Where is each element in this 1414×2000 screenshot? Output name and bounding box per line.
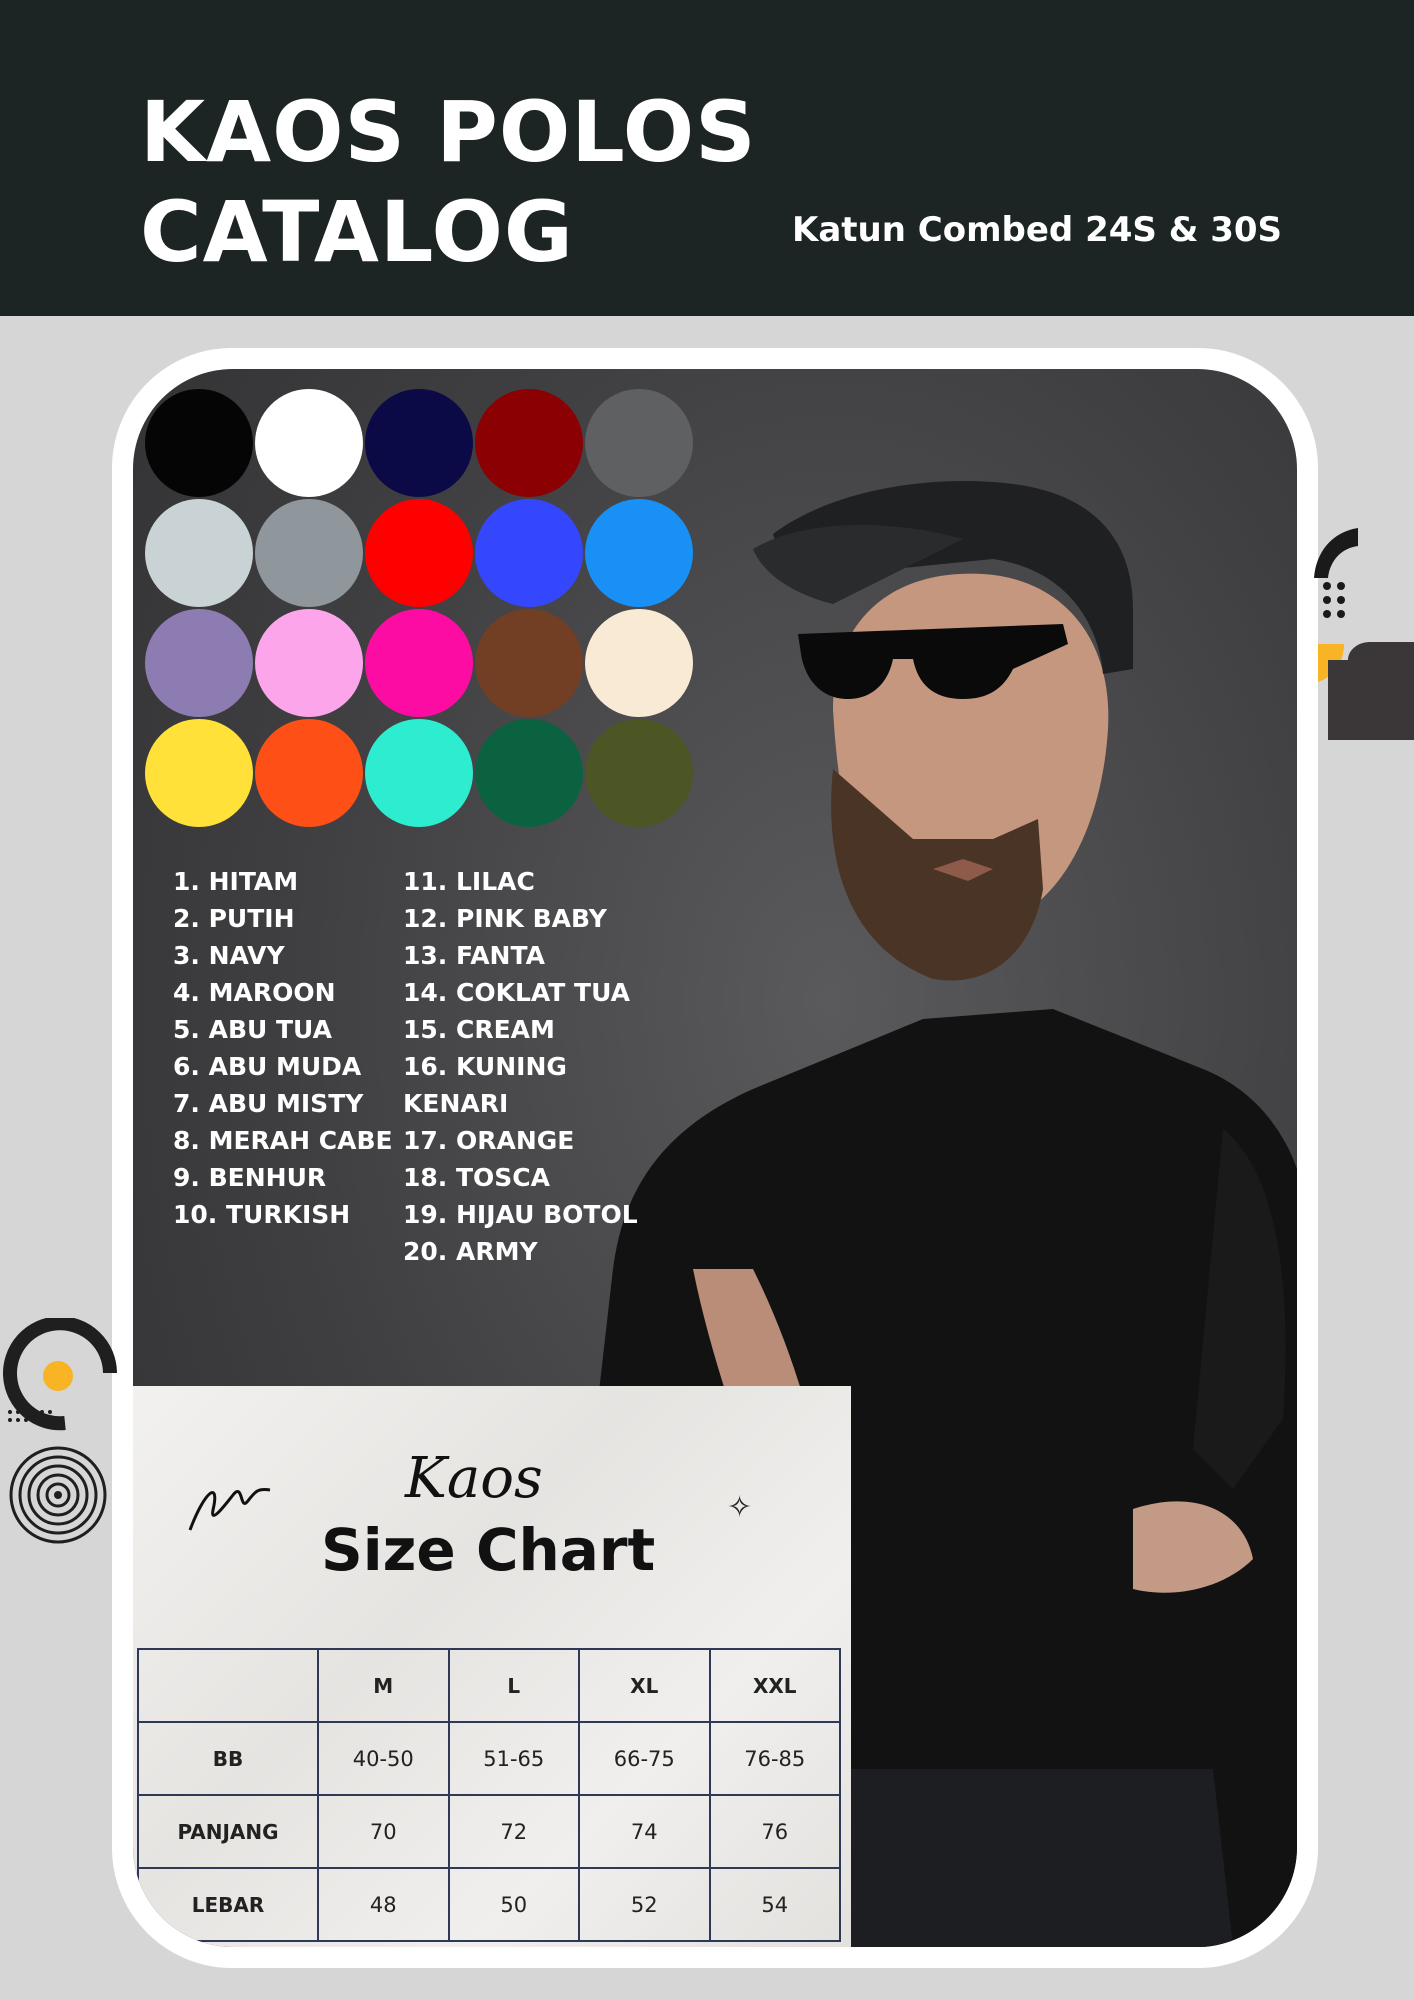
color-name: 10. TURKISH (173, 1200, 351, 1229)
color-list-1: 1. HITAM 2. PUTIH 3. NAVY 4. MAROON 5. A… (173, 863, 393, 1233)
swatch-9 (475, 499, 583, 607)
swatch-5 (585, 389, 693, 497)
swatch-16 (145, 719, 253, 827)
left-shapes-decoration (3, 1318, 117, 1544)
color-name: 11. LILAC (403, 867, 535, 896)
swatch-8 (365, 499, 473, 607)
table-cell: 50 (447, 1867, 580, 1942)
title-line-1: KAOS POLOS (140, 83, 757, 181)
catalog-subtitle: Katun Combed 24S & 30S (792, 210, 1283, 250)
swatch-4 (475, 389, 583, 497)
color-name: 2. PUTIH (173, 904, 295, 933)
squiggle-decoration-icon (188, 1488, 271, 1531)
size-table: M L XL XXL BB 40-50 51-65 66-75 76-85 PA… (137, 1648, 841, 1942)
table-header-row: M L XL XXL (137, 1648, 841, 1723)
swatch-11 (145, 609, 253, 717)
table-cell: 40-50 (317, 1721, 450, 1796)
title-line-2: CATALOG (140, 183, 574, 281)
table-cell: 72 (447, 1794, 580, 1869)
table-cell: 52 (578, 1867, 711, 1942)
swatch-18 (365, 719, 473, 827)
color-name: 3. NAVY (173, 941, 285, 970)
table-cell: 76-85 (708, 1721, 841, 1796)
swatch-6 (145, 499, 253, 607)
model-photo: 1. HITAM 2. PUTIH 3. NAVY 4. MAROON 5. A… (133, 369, 1297, 1947)
row-label: LEBAR (137, 1867, 319, 1942)
color-name: 12. PINK BABY (403, 904, 607, 933)
catalog-title: KAOS POLOS CATALOG (140, 82, 757, 282)
swatch-14 (475, 609, 583, 717)
color-name: 17. ORANGE (403, 1126, 575, 1155)
right-shapes-decoration (1314, 528, 1414, 740)
swatch-20 (585, 719, 693, 827)
color-name: 16. KUNING (403, 1052, 567, 1081)
table-cell: 48 (317, 1867, 450, 1942)
table-cell: 70 (317, 1794, 450, 1869)
size-chart-title: Size Chart (321, 1516, 656, 1584)
swatch-7 (255, 499, 363, 607)
table-header-cell: L (447, 1648, 580, 1723)
color-name: 18. TOSCA (403, 1163, 550, 1192)
color-name: 8. MERAH CABE (173, 1126, 393, 1155)
row-label: PANJANG (137, 1794, 319, 1869)
color-list-2: 11. LILAC 12. PINK BABY 13. FANTA 14. CO… (403, 863, 638, 1270)
swatch-13 (365, 609, 473, 717)
swatch-15 (585, 609, 693, 717)
color-name: 1. HITAM (173, 867, 299, 896)
swatch-10 (585, 499, 693, 607)
header-banner: KAOS POLOS CATALOG Katun Combed 24S & 30… (0, 0, 1414, 316)
color-name: KENARI (403, 1089, 509, 1118)
color-name: 5. ABU TUA (173, 1015, 332, 1044)
size-chart-script-title: Kaos (405, 1446, 543, 1511)
table-header-cell: XL (578, 1648, 711, 1723)
color-name: 14. COKLAT TUA (403, 978, 630, 1007)
table-cell: 76 (708, 1794, 841, 1869)
color-name: 4. MAROON (173, 978, 336, 1007)
color-name: 13. FANTA (403, 941, 545, 970)
table-header-cell: XXL (708, 1648, 841, 1723)
table-cell: 54 (708, 1867, 841, 1942)
table-cell: 66-75 (578, 1721, 711, 1796)
table-cell: 51-65 (447, 1721, 580, 1796)
swatch-12 (255, 609, 363, 717)
color-name: 7. ABU MISTY (173, 1089, 364, 1118)
swatch-19 (475, 719, 583, 827)
color-name: 15. CREAM (403, 1015, 555, 1044)
color-name: 9. BENHUR (173, 1163, 327, 1192)
swatch-3 (365, 389, 473, 497)
swatch-1 (145, 389, 253, 497)
color-swatch-grid (145, 389, 695, 829)
table-cell: 74 (578, 1794, 711, 1869)
color-name: 19. HIJAU BOTOL (403, 1200, 638, 1229)
size-chart-card: Kaos Size Chart ✧ M L XL XXL BB 40-50 51… (133, 1386, 851, 1947)
table-row: BB 40-50 51-65 66-75 76-85 (137, 1721, 841, 1796)
table-row: PANJANG 70 72 74 76 (137, 1794, 841, 1869)
table-header-cell: M (317, 1648, 450, 1723)
swatch-2 (255, 389, 363, 497)
table-header-cell (137, 1648, 319, 1723)
swatch-17 (255, 719, 363, 827)
sparkle-icon: ✧ (727, 1490, 753, 1525)
color-name: 20. ARMY (403, 1237, 538, 1266)
table-row: LEBAR 48 50 52 54 (137, 1867, 841, 1942)
row-label: BB (137, 1721, 319, 1796)
color-name: 6. ABU MUDA (173, 1052, 362, 1081)
